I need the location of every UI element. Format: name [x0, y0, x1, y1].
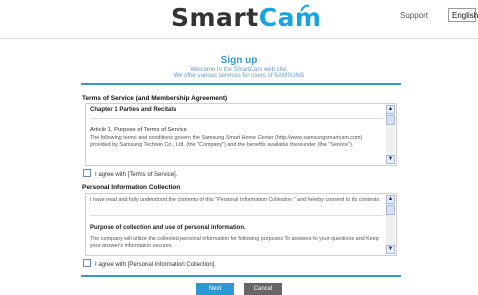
language-select[interactable]: English	[448, 8, 478, 22]
terms-body: The following terms and conditions gover…	[90, 135, 363, 148]
header: SmartCam Support English	[0, 0, 478, 39]
smartcam-logo[interactable]: SmartCam	[171, 3, 322, 32]
page-title: Sign up	[220, 55, 258, 66]
privacy-divider	[90, 215, 383, 216]
terms-textbox[interactable]: Chapter 1 Parties and Recitals Article 1…	[85, 103, 397, 166]
terms-article: Article 1. Purpose of Terms of Service	[90, 127, 187, 133]
privacy-heading: Purpose of collection and use of persona…	[90, 225, 246, 231]
scroll-down-icon[interactable]: ▼	[386, 155, 395, 164]
terms-agree-checkbox[interactable]: I agree with [Terms of Service].	[83, 169, 177, 178]
checkbox-icon[interactable]	[83, 169, 91, 177]
scroll-up-icon[interactable]: ▲	[386, 195, 395, 204]
top-divider	[81, 83, 401, 85]
support-link[interactable]: Support	[400, 11, 428, 20]
next-button[interactable]: Next	[196, 283, 234, 295]
scroll-thumb[interactable]	[386, 115, 395, 125]
logo-smart-text: Smart	[171, 3, 259, 32]
scroll-up-icon[interactable]: ▲	[386, 105, 395, 114]
terms-chapter: Chapter 1 Parties and Recitals	[90, 107, 177, 113]
terms-section-title: Terms of Service (and Membership Agreeme…	[82, 95, 228, 102]
services-text: We offer various services for users of S…	[173, 73, 305, 79]
terms-agree-label: I agree with [Terms of Service].	[95, 172, 178, 178]
privacy-agree-checkbox[interactable]: I agree with [Personal Information Colle…	[83, 259, 216, 268]
scroll-down-icon[interactable]: ▼	[386, 245, 395, 254]
cancel-button[interactable]: Cancel	[244, 283, 282, 295]
bottom-divider	[81, 275, 401, 277]
checkbox-icon[interactable]	[83, 259, 91, 267]
privacy-body: The company will utilize the collected p…	[90, 236, 379, 249]
privacy-intro: I have read and fully understood the con…	[90, 197, 381, 203]
privacy-section-title: Personal Information Collection	[82, 184, 181, 191]
privacy-agree-label: I agree with [Personal Information Colle…	[95, 262, 217, 268]
logo-signal-icon	[300, 4, 310, 12]
terms-scrollbar[interactable]: ▲ ▼	[386, 105, 395, 164]
privacy-scrollbar[interactable]: ▲ ▼	[386, 195, 395, 254]
privacy-textbox[interactable]: I have read and fully understood the con…	[85, 193, 397, 256]
logo-cam-text: Cam	[258, 3, 322, 32]
terms-divider	[90, 118, 383, 119]
scroll-thumb[interactable]	[386, 205, 395, 215]
